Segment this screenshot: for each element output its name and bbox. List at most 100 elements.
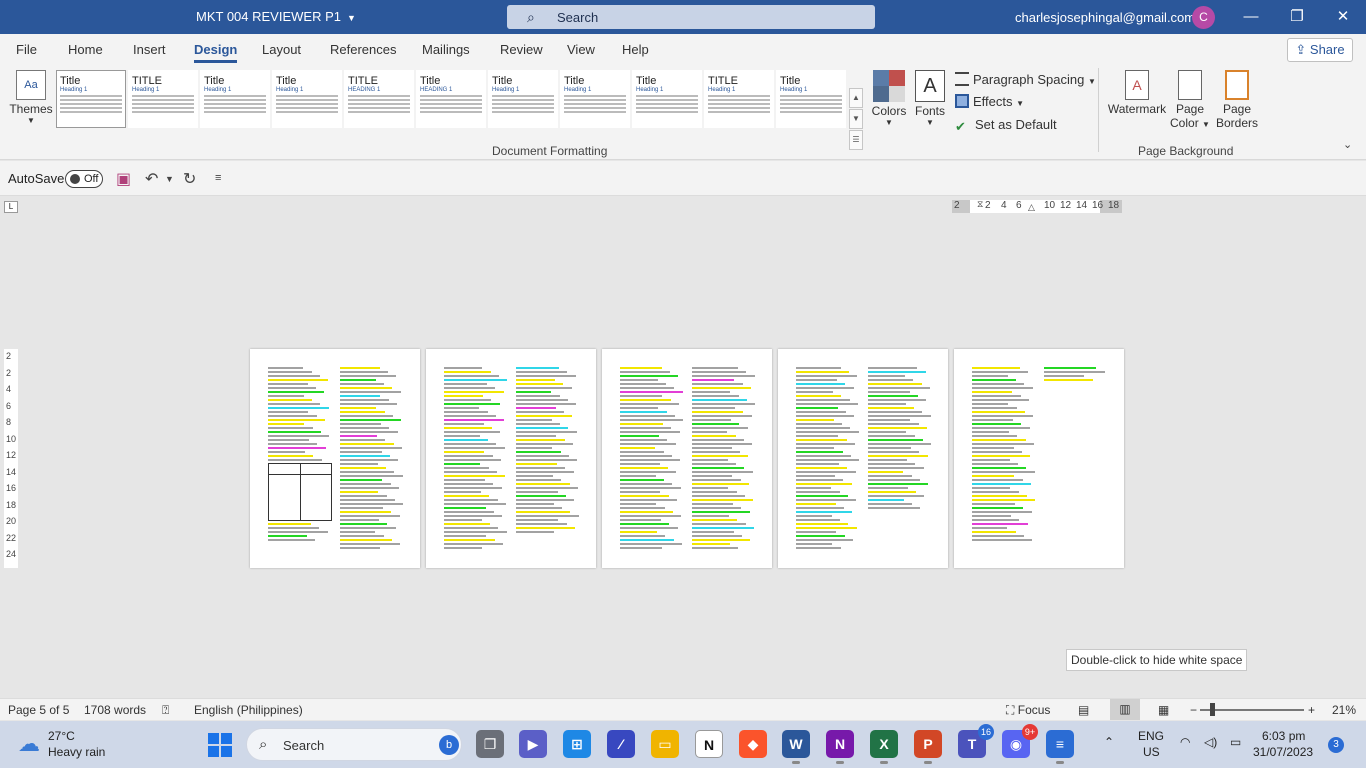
zoom-slider-thumb[interactable] bbox=[1210, 703, 1215, 716]
style-set-tile[interactable]: TITLE Heading 1 bbox=[128, 70, 198, 128]
tab-file[interactable]: File bbox=[16, 42, 37, 57]
tab-review[interactable]: Review bbox=[500, 42, 543, 57]
document-page-2[interactable] bbox=[426, 349, 596, 568]
clock-date[interactable]: 31/07/2023 bbox=[1253, 745, 1313, 759]
tab-design[interactable]: Design bbox=[194, 42, 238, 63]
avatar[interactable]: C bbox=[1192, 6, 1215, 29]
page-color-button[interactable]: Page Color ▼ bbox=[1168, 70, 1212, 130]
tab-view[interactable]: View bbox=[567, 42, 595, 57]
excel-app-icon[interactable]: X bbox=[870, 730, 898, 764]
effects-button[interactable]: Effects ▼ bbox=[955, 94, 1024, 109]
document-page-3[interactable] bbox=[602, 349, 772, 568]
focus-button[interactable]: ⛶ Focus bbox=[1006, 703, 1050, 718]
gallery-down-icon[interactable]: ▼ bbox=[849, 109, 863, 129]
powerpoint-app-icon[interactable]: P bbox=[914, 730, 942, 764]
collapse-ribbon-icon[interactable]: ⌄ bbox=[1343, 138, 1352, 151]
language-indicator[interactable]: English (Philippines) bbox=[194, 703, 303, 717]
gallery-up-icon[interactable]: ▲ bbox=[849, 88, 863, 108]
vertical-ruler[interactable]: 2 2 4 6 8 10 12 14 16 18 20 22 24 bbox=[4, 349, 18, 568]
tab-references[interactable]: References bbox=[330, 42, 396, 57]
tab-help[interactable]: Help bbox=[622, 42, 649, 57]
proofing-icon[interactable]: ⍰ bbox=[162, 703, 169, 718]
document-page-1[interactable] bbox=[250, 349, 420, 568]
themes-button[interactable]: Aa Themes ▼ bbox=[6, 70, 56, 125]
teams-app-icon[interactable]: T 16 bbox=[958, 724, 994, 758]
style-set-tile[interactable]: Title Heading 1 bbox=[272, 70, 342, 128]
account-email[interactable]: charlesjosephingal@gmail.com bbox=[1015, 10, 1195, 25]
web-layout-icon[interactable]: ▦ bbox=[1158, 703, 1169, 717]
bing-icon[interactable]: b bbox=[439, 735, 459, 755]
close-icon[interactable]: ✕ bbox=[1328, 5, 1358, 29]
weather-condition[interactable]: Heavy rain bbox=[48, 745, 105, 759]
brave-browser-icon[interactable]: ◆ bbox=[739, 730, 767, 758]
style-set-tile[interactable]: Title Heading 1 bbox=[200, 70, 270, 128]
page-borders-button[interactable]: Page Borders bbox=[1214, 70, 1260, 130]
app-icon[interactable]: ⁄ bbox=[607, 730, 635, 758]
word-count[interactable]: 1708 words bbox=[84, 703, 146, 717]
zoom-slider[interactable] bbox=[1200, 709, 1304, 711]
zoom-level[interactable]: 21% bbox=[1332, 703, 1356, 717]
chat-icon[interactable]: ▶ bbox=[519, 730, 547, 758]
style-set-tile[interactable]: TITLE Heading 1 bbox=[704, 70, 774, 128]
tab-selector[interactable]: L bbox=[4, 201, 18, 213]
word-app-icon[interactable]: W bbox=[782, 730, 810, 764]
set-as-default-button[interactable]: ✔ Set as Default bbox=[955, 117, 1057, 134]
redo-icon[interactable]: ↻ bbox=[183, 169, 196, 189]
zoom-out-icon[interactable]: − bbox=[1190, 703, 1197, 717]
first-line-indent-marker[interactable]: ⧖ bbox=[977, 199, 983, 210]
style-set-tile[interactable]: Title HEADING 1 bbox=[416, 70, 486, 128]
notification-center-badge[interactable]: 3 bbox=[1328, 737, 1344, 753]
style-set-tile[interactable]: TITLE HEADING 1 bbox=[344, 70, 414, 128]
style-set-tile[interactable]: Title Heading 1 bbox=[560, 70, 630, 128]
document-title[interactable]: MKT 004 REVIEWER P1 ▼ bbox=[196, 9, 356, 24]
windows-start-icon[interactable] bbox=[208, 733, 232, 757]
style-set-tile[interactable]: Title Heading 1 bbox=[488, 70, 558, 128]
weather-temp[interactable]: 27°C bbox=[48, 729, 75, 743]
microsoft-store-icon[interactable]: ⊞ bbox=[563, 730, 591, 758]
restore-icon[interactable]: ❐ bbox=[1282, 5, 1312, 29]
minimize-icon[interactable]: — bbox=[1236, 5, 1266, 29]
fonts-button[interactable]: A Fonts ▼ bbox=[912, 70, 948, 127]
style-set-tile[interactable]: Title Heading 1 bbox=[56, 70, 126, 128]
style-set-tile[interactable]: Title Heading 1 bbox=[632, 70, 702, 128]
read-mode-icon[interactable]: ▤ bbox=[1078, 703, 1089, 717]
clock-time[interactable]: 6:03 pm bbox=[1262, 729, 1305, 743]
tab-home[interactable]: Home bbox=[68, 42, 103, 57]
share-button[interactable]: ⇪ Share bbox=[1287, 38, 1353, 62]
undo-icon[interactable]: ↶ bbox=[145, 169, 158, 189]
notion-icon[interactable]: N bbox=[695, 730, 723, 758]
battery-icon[interactable]: ▭ bbox=[1230, 735, 1241, 749]
gallery-more-icon[interactable]: ☰ bbox=[849, 130, 863, 150]
right-indent-marker[interactable]: △ bbox=[1028, 202, 1035, 213]
docs-app-icon[interactable]: ≡ bbox=[1046, 730, 1074, 764]
horizontal-ruler[interactable]: 2 2 4 6 10 12 14 16 18 ⧖ △ bbox=[952, 199, 1122, 213]
undo-dropdown-icon[interactable]: ▼ bbox=[165, 174, 174, 184]
style-set-tile[interactable]: Title Heading 1 bbox=[776, 70, 846, 128]
tab-mailings[interactable]: Mailings bbox=[422, 42, 470, 57]
save-icon[interactable]: ▣ bbox=[116, 169, 131, 189]
autosave-toggle[interactable]: Off bbox=[65, 170, 103, 188]
tab-insert[interactable]: Insert bbox=[133, 42, 166, 57]
wifi-icon[interactable]: ◠ bbox=[1180, 735, 1190, 749]
print-layout-icon[interactable]: ▥ bbox=[1110, 699, 1140, 720]
task-view-icon[interactable]: ❐ bbox=[476, 730, 504, 758]
language-indicator[interactable]: ENG bbox=[1138, 729, 1164, 743]
document-page-5[interactable] bbox=[954, 349, 1124, 568]
customize-toolbar-icon[interactable]: ≡ bbox=[215, 172, 221, 184]
onenote-app-icon[interactable]: N bbox=[826, 730, 854, 764]
colors-button[interactable]: Colors ▼ bbox=[868, 70, 910, 127]
zoom-in-icon[interactable]: + bbox=[1308, 703, 1315, 717]
language-region[interactable]: US bbox=[1143, 745, 1160, 759]
tab-layout[interactable]: Layout bbox=[262, 42, 301, 57]
volume-icon[interactable]: ◁) bbox=[1204, 735, 1217, 749]
show-hidden-icons[interactable]: ⌃ bbox=[1104, 735, 1114, 749]
discord-app-icon[interactable]: ◉ 9+ bbox=[1002, 724, 1038, 758]
watermark-button[interactable]: A Watermark bbox=[1107, 70, 1167, 116]
paragraph-spacing-button[interactable]: Paragraph Spacing ▼ bbox=[955, 72, 1096, 87]
document-page-4[interactable] bbox=[778, 349, 948, 568]
weather-rain-icon[interactable]: ☁ bbox=[18, 731, 40, 757]
search-box[interactable]: ⌕ Search bbox=[507, 5, 875, 29]
file-explorer-icon[interactable]: ▭ bbox=[651, 730, 679, 758]
taskbar-search[interactable]: ⌕ Search b bbox=[246, 728, 462, 761]
page-count[interactable]: Page 5 of 5 bbox=[8, 703, 69, 717]
